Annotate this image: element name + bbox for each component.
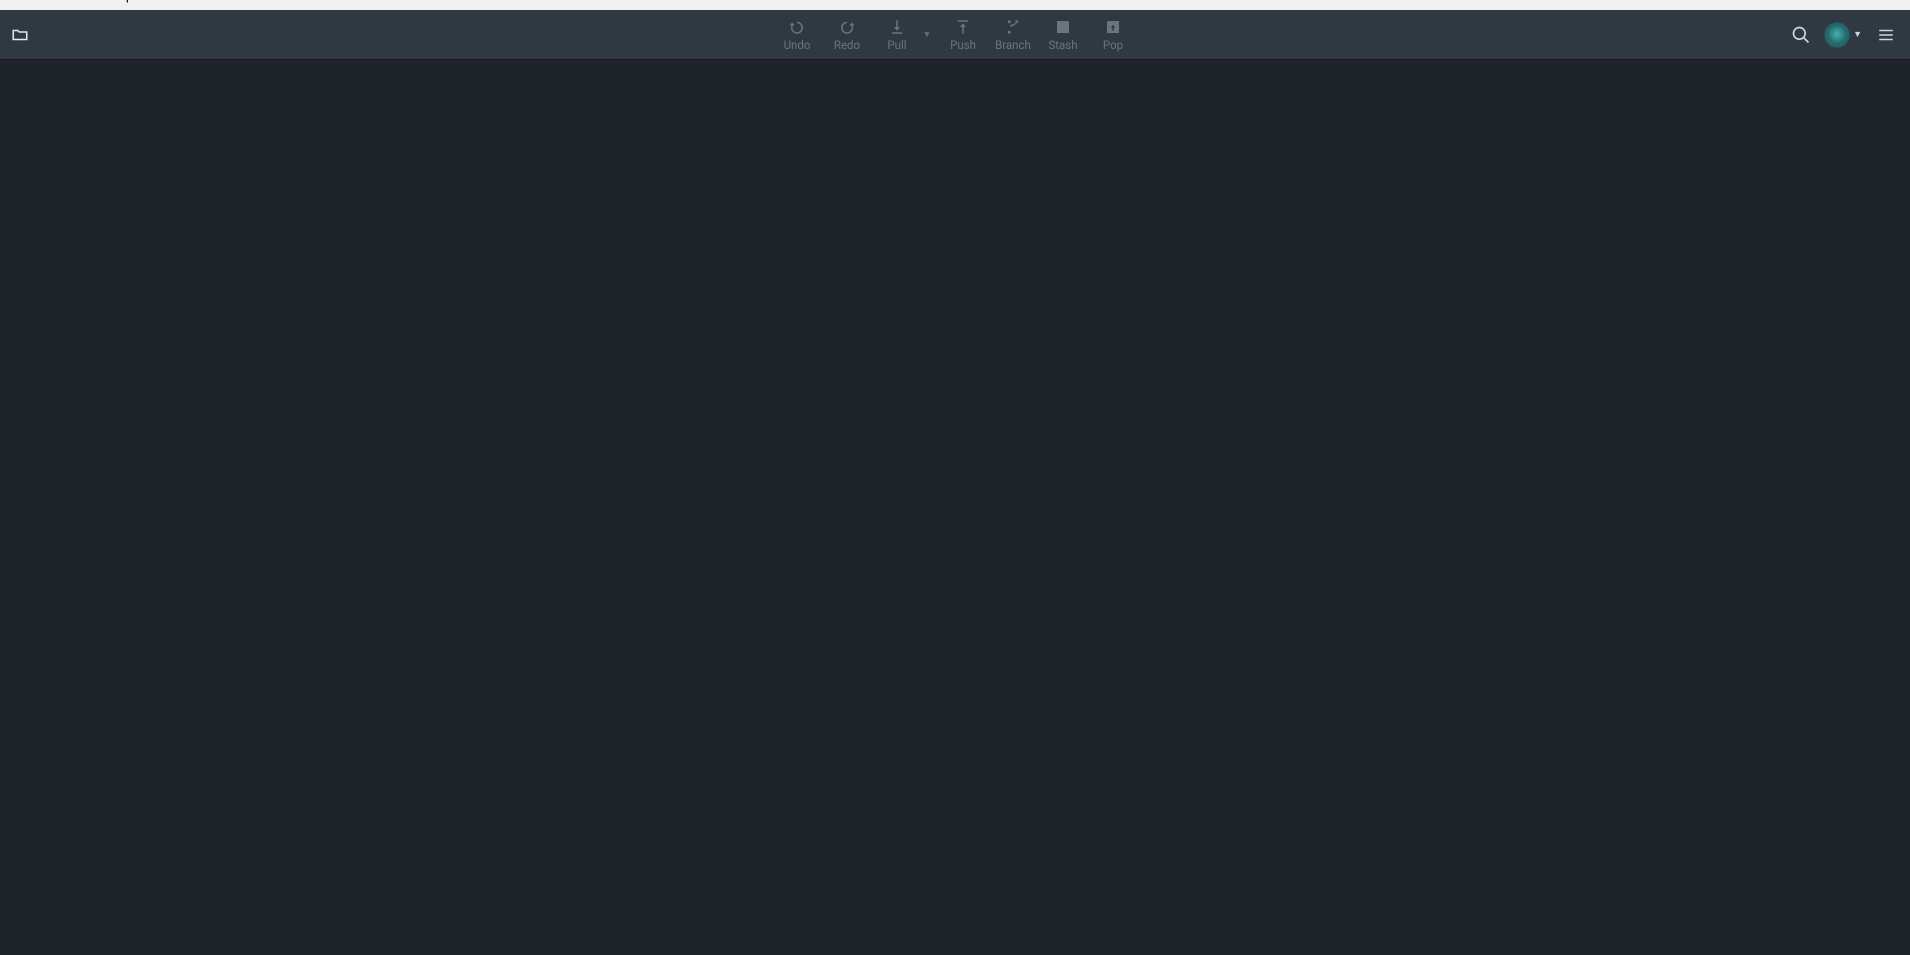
push-button[interactable]: Push bbox=[938, 10, 988, 59]
menu-edit[interactable]: Edit bbox=[32, 0, 54, 4]
push-label: Push bbox=[950, 38, 976, 52]
pop-icon bbox=[1102, 18, 1124, 36]
menu-view[interactable]: View bbox=[66, 0, 94, 4]
hamburger-menu-button[interactable] bbox=[1872, 21, 1900, 49]
redo-icon bbox=[836, 18, 858, 36]
branch-icon bbox=[1002, 18, 1024, 36]
hamburger-icon bbox=[1877, 26, 1895, 44]
stash-icon bbox=[1052, 18, 1074, 36]
open-folder-button[interactable] bbox=[6, 21, 34, 49]
system-menu-bar: File Edit View Help bbox=[0, 0, 1910, 10]
undo-icon bbox=[786, 18, 808, 36]
stash-label: Stash bbox=[1048, 38, 1077, 52]
folder-icon bbox=[9, 26, 31, 44]
stash-button[interactable]: Stash bbox=[1038, 10, 1088, 59]
push-icon bbox=[952, 18, 974, 36]
pop-label: Pop bbox=[1103, 38, 1123, 52]
redo-button[interactable]: Redo bbox=[822, 10, 872, 59]
redo-label: Redo bbox=[834, 38, 860, 52]
pop-button[interactable]: Pop bbox=[1088, 10, 1138, 59]
menu-file[interactable]: File bbox=[0, 0, 20, 4]
workspace-area bbox=[0, 60, 1910, 955]
branch-label: Branch bbox=[995, 38, 1031, 52]
chevron-down-icon: ▼ bbox=[1853, 29, 1862, 40]
undo-button[interactable]: Undo bbox=[772, 10, 822, 59]
search-icon bbox=[1791, 25, 1811, 45]
pull-button[interactable]: Pull bbox=[872, 10, 922, 59]
app-logo-icon bbox=[1825, 23, 1849, 47]
profile-menu-button[interactable]: ▼ bbox=[1825, 23, 1862, 47]
pull-dropdown-caret[interactable]: ▼ bbox=[922, 10, 932, 59]
branch-button[interactable]: Branch bbox=[988, 10, 1038, 59]
search-button[interactable] bbox=[1787, 21, 1815, 49]
pull-label: Pull bbox=[887, 38, 906, 52]
app-toolbar: Undo Redo Pull ▼ Push Branch Stash Pop bbox=[0, 10, 1910, 60]
undo-label: Undo bbox=[784, 38, 811, 52]
pull-icon bbox=[886, 18, 908, 36]
menu-help[interactable]: Help bbox=[107, 0, 134, 4]
